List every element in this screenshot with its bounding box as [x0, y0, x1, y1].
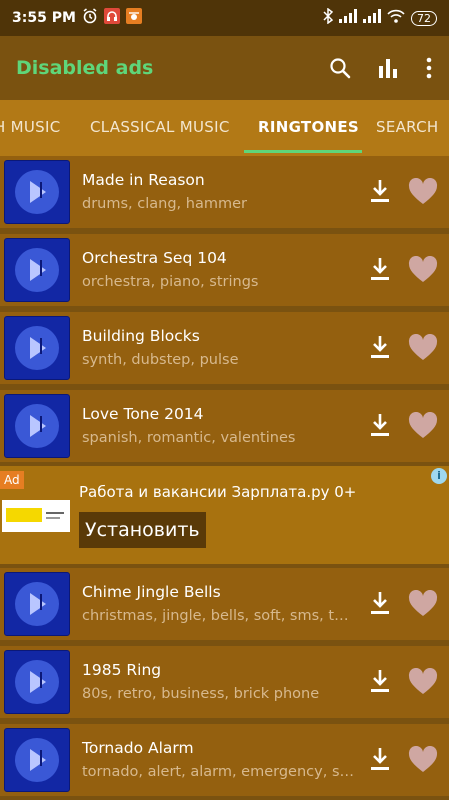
- equalizer-icon[interactable]: [377, 57, 399, 79]
- signal-icon-2: [363, 9, 381, 27]
- tab-search[interactable]: SEARCH: [376, 100, 439, 156]
- heart-icon[interactable]: [408, 745, 438, 774]
- ringtone-title: Building Blocks: [82, 327, 200, 345]
- download-icon[interactable]: [368, 668, 392, 694]
- ringtone-row[interactable]: Chime Jingle Bells christmas, jingle, be…: [0, 568, 449, 640]
- ringtone-title: Chime Jingle Bells: [82, 583, 221, 601]
- play-thumbnail[interactable]: [4, 238, 70, 302]
- ringtone-tags: synth, dubstep, pulse: [82, 352, 239, 368]
- app-bar: Disabled ads: [0, 36, 449, 100]
- play-thumbnail[interactable]: [4, 160, 70, 224]
- ad-banner[interactable]: Ad i Работа и вакансии Зарплата.ру 0+ Ус…: [0, 466, 449, 564]
- play-thumbnail[interactable]: [4, 572, 70, 636]
- more-vert-icon[interactable]: [425, 57, 433, 79]
- ringtone-row[interactable]: Made in Reason drums, clang, hammer: [0, 156, 449, 228]
- ringtone-tags: christmas, jingle, bells, soft, sms, tex…: [82, 608, 357, 624]
- ringtone-title: Love Tone 2014: [82, 405, 204, 423]
- play-thumbnail[interactable]: [4, 316, 70, 380]
- play-thumbnail[interactable]: [4, 394, 70, 458]
- tab-ringtones[interactable]: RINGTONES: [258, 100, 359, 156]
- ringtone-tags: drums, clang, hammer: [82, 196, 247, 212]
- heart-icon[interactable]: [408, 177, 438, 206]
- ringtone-title: Tornado Alarm: [82, 739, 194, 757]
- ad-title[interactable]: Работа и вакансии Зарплата.ру 0+: [79, 483, 356, 501]
- alarm-icon: [82, 8, 98, 28]
- status-icons: 72: [323, 7, 437, 28]
- ad-install-button[interactable]: Установить: [79, 512, 206, 548]
- heart-icon[interactable]: [408, 589, 438, 618]
- ringtone-row[interactable]: Tornado Alarm tornado, alert, alarm, eme…: [0, 724, 449, 796]
- ad-info-icon[interactable]: i: [431, 468, 447, 484]
- download-icon[interactable]: [368, 256, 392, 282]
- ad-thumbnail: [2, 500, 70, 532]
- tab-bar: H MUSIC CLASSICAL MUSIC RINGTONES SEARCH: [0, 100, 449, 156]
- ringtone-title: Made in Reason: [82, 171, 205, 189]
- download-icon[interactable]: [368, 590, 392, 616]
- signal-icon: [339, 9, 357, 27]
- app-title: Disabled ads: [16, 57, 154, 79]
- wifi-icon: [387, 9, 405, 27]
- battery-icon: 72: [411, 10, 437, 26]
- app-actions: [329, 57, 433, 79]
- tab-indicator: [244, 150, 362, 153]
- ringtone-row[interactable]: Orchestra Seq 104 orchestra, piano, stri…: [0, 234, 449, 306]
- ringtone-tags: spanish, romantic, valentines: [82, 430, 296, 446]
- search-icon[interactable]: [329, 57, 351, 79]
- download-icon[interactable]: [368, 178, 392, 204]
- ringtone-tags: tornado, alert, alarm, emergency, sire..…: [82, 764, 357, 780]
- bluetooth-icon: [323, 7, 334, 28]
- tab-classical-music[interactable]: CLASSICAL MUSIC: [90, 100, 230, 156]
- ringtone-row[interactable]: 1985 Ring 80s, retro, business, brick ph…: [0, 646, 449, 718]
- ringtone-tags: 80s, retro, business, brick phone: [82, 686, 320, 702]
- tab-music[interactable]: H MUSIC: [0, 100, 61, 156]
- heart-icon[interactable]: [408, 333, 438, 362]
- ringtone-row[interactable]: Love Tone 2014 spanish, romantic, valent…: [0, 390, 449, 462]
- heart-icon[interactable]: [408, 667, 438, 696]
- status-time: 3:55 PM: [12, 10, 76, 26]
- status-bar: 3:55 PM 72: [0, 0, 449, 36]
- radio-notification-icon: [125, 8, 142, 28]
- ringtone-title: 1985 Ring: [82, 661, 162, 679]
- headphones-notification-icon: [103, 8, 120, 28]
- download-icon[interactable]: [368, 746, 392, 772]
- ringtone-tags: orchestra, piano, strings: [82, 274, 259, 290]
- download-icon[interactable]: [368, 334, 392, 360]
- play-thumbnail[interactable]: [4, 650, 70, 714]
- ad-badge: Ad: [0, 471, 24, 489]
- ringtone-row[interactable]: Building Blocks synth, dubstep, pulse: [0, 312, 449, 384]
- play-thumbnail[interactable]: [4, 728, 70, 792]
- heart-icon[interactable]: [408, 255, 438, 284]
- heart-icon[interactable]: [408, 411, 438, 440]
- download-icon[interactable]: [368, 412, 392, 438]
- ringtone-title: Orchestra Seq 104: [82, 249, 227, 267]
